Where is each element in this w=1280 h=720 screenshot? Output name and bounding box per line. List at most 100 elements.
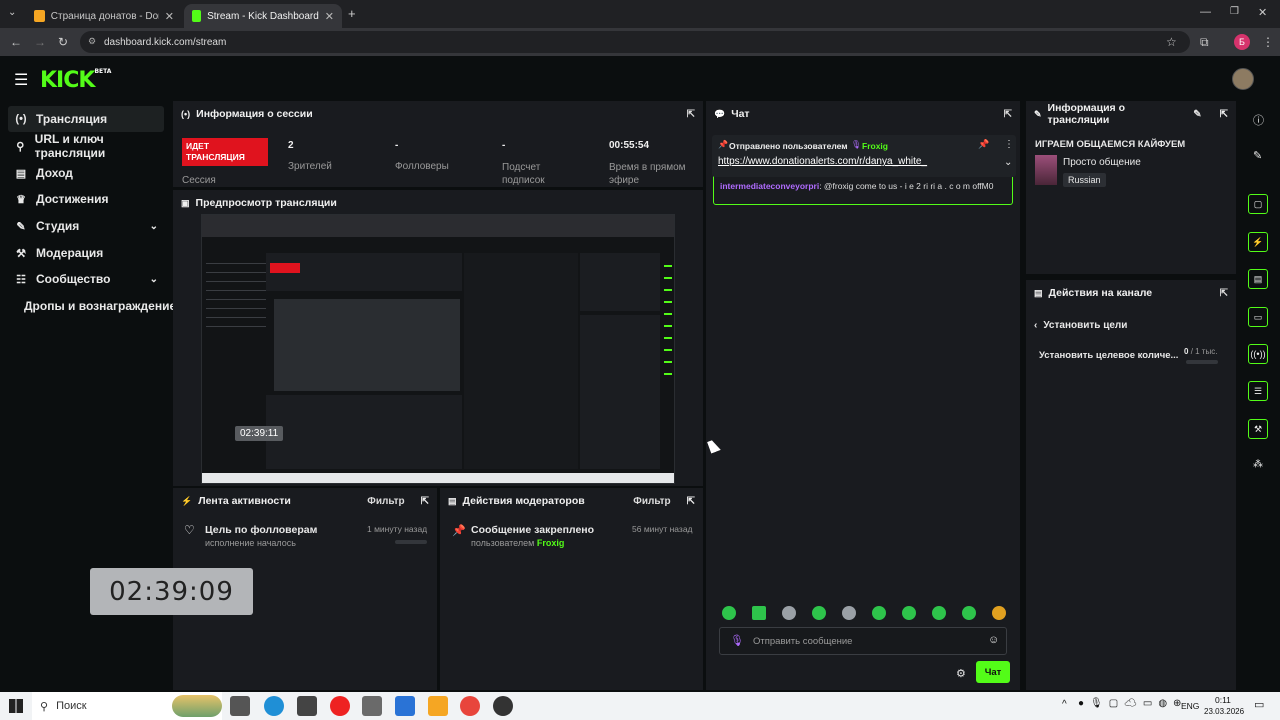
minimize-button[interactable]: — (1200, 6, 1211, 18)
emote-6[interactable] (872, 606, 886, 620)
edge-icon[interactable] (264, 696, 284, 716)
filter-button[interactable]: Фильтр (633, 496, 670, 507)
nested-sidebar (206, 255, 266, 335)
preview-video[interactable] (201, 214, 675, 484)
chevron-down-icon[interactable]: ⌄ (1004, 157, 1012, 168)
sidebar-item-url-key[interactable]: ⚲ URL и ключ трансляции (8, 132, 164, 160)
kick-header (0, 56, 1280, 100)
store-icon[interactable] (362, 696, 382, 716)
popout-icon[interactable]: ⇱ (687, 496, 695, 507)
user-avatar[interactable] (1232, 68, 1254, 90)
rail-button-notes[interactable]: ▤ (1248, 269, 1268, 289)
emote-1[interactable] (722, 606, 736, 620)
maximize-button[interactable]: ❐ (1230, 6, 1239, 17)
goal-label[interactable]: Установить целевое количе... (1039, 350, 1178, 361)
tab-donation[interactable]: Страница донатов - Donation ✕ (26, 4, 182, 28)
emote-2[interactable] (752, 606, 766, 620)
mod-item-sub-text: пользователем (471, 538, 535, 548)
rail-button-chat[interactable]: ▭ (1248, 307, 1268, 327)
tray-icons[interactable]: ●🎙▢☁▭◍⊕ (1078, 698, 1187, 709)
file-icon[interactable] (297, 696, 317, 716)
uptime-value: 00:55:54 (609, 140, 650, 151)
unpin-icon[interactable]: 📌 (978, 139, 989, 150)
emote-4[interactable] (812, 606, 826, 620)
sidebar-item-broadcast[interactable]: (•) Трансляция (8, 106, 164, 132)
sidebar-item-revenue[interactable]: ▤ Доход (8, 160, 164, 186)
heart-icon: ♡ (184, 523, 195, 537)
tab-list-button[interactable]: ⌄ (8, 7, 16, 18)
chat-username[interactable]: intermediateconveyorpri (720, 181, 819, 191)
back-button[interactable]: ‹ Установить цели (1034, 320, 1127, 331)
mod-item-user[interactable]: Froxig (537, 538, 565, 548)
pinned-message: 📌 Отправлено пользователем 🎙 Froxig 📌 ⋮ … (712, 135, 1016, 177)
rail-button-bolt[interactable]: ⚡ (1248, 232, 1268, 252)
notification-icon[interactable]: ▭ (1254, 698, 1264, 711)
sidebar-item-community[interactable]: ☷ Сообщество ⌄ (8, 266, 164, 292)
hamburger-menu-icon[interactable]: ☰ (14, 70, 28, 90)
info-icon[interactable]: ⓘ (1253, 112, 1264, 128)
rail-button-broadcast[interactable]: ((•)) (1248, 344, 1268, 364)
emote-8[interactable] (932, 606, 946, 620)
popout-icon[interactable]: ⇱ (421, 496, 429, 507)
close-tab-icon[interactable]: ✕ (325, 10, 334, 23)
browser-menu-icon[interactable]: ⋮ (1262, 35, 1274, 49)
filter-button[interactable]: Фильтр (367, 496, 404, 507)
site-info-icon[interactable]: ⚙ (88, 36, 96, 47)
forward-icon[interactable]: → (34, 35, 46, 49)
clock-time[interactable]: 0:11 (1215, 695, 1231, 705)
chat-send-button[interactable]: Чат (976, 661, 1010, 683)
chat-settings-icon[interactable]: ⚙ (956, 667, 966, 680)
emote-9[interactable] (962, 606, 976, 620)
extensions-icon[interactable]: ⧉ (1200, 35, 1209, 50)
task-view-icon[interactable] (230, 696, 250, 716)
clock-date[interactable]: 23.03.2026 (1204, 707, 1244, 716)
kick-logo[interactable]: KICKBETA (40, 68, 111, 93)
pencil-icon[interactable]: ✎ (1253, 149, 1262, 162)
windows-start-icon[interactable] (9, 699, 23, 713)
reload-icon[interactable]: ↻ (58, 35, 68, 49)
popout-icon[interactable]: ⇱ (1004, 109, 1012, 120)
rail-button-screenshot[interactable]: ▢ (1248, 194, 1268, 214)
rail-more-icon[interactable]: ⁂ (1253, 459, 1263, 470)
emoji-icon[interactable]: ☺ (988, 634, 999, 646)
chat-input[interactable]: 🎙 Отправить сообщение ☺ (719, 627, 1007, 655)
sidebar-item-drops[interactable]: Дропы и вознаграждение (18, 293, 178, 319)
edit-icon[interactable]: ✎ (1193, 109, 1201, 120)
pinned-user[interactable]: Froxig (862, 141, 888, 151)
sidebar-item-moderation[interactable]: ⚒ Модерация (8, 240, 164, 266)
popout-icon[interactable]: ⇱ (687, 109, 695, 120)
tray-chevron-icon[interactable]: ^ (1062, 699, 1067, 710)
tab-kick-dashboard[interactable]: Stream - Kick Dashboard ✕ (184, 4, 342, 28)
mail-icon[interactable] (395, 696, 415, 716)
bookmark-star-icon[interactable]: ☆ (1166, 35, 1177, 49)
rail-button-list[interactable]: ☰ (1248, 381, 1268, 401)
windows-taskbar: ⚲ Поиск ^ ●🎙▢☁▭◍⊕ ENG 0:11 23.03.2026 ▭ (0, 692, 1280, 720)
close-tab-icon[interactable]: ✕ (165, 10, 174, 23)
new-tab-button[interactable]: + (348, 6, 356, 21)
yandex-icon[interactable] (330, 696, 350, 716)
panel-title: Предпросмотр трансляции (195, 197, 337, 209)
profile-avatar[interactable]: Б (1234, 34, 1250, 50)
url-input[interactable]: ⚙ dashboard.kick.com/stream (80, 31, 1190, 53)
goal-counter: 0 / 1 тыс. (1184, 347, 1217, 356)
emote-5[interactable] (842, 606, 856, 620)
popout-icon[interactable]: ⇱ (1220, 109, 1228, 120)
rail-button-tools[interactable]: ⚒ (1248, 419, 1268, 439)
pin-icon: 📌 (718, 140, 728, 149)
back-icon[interactable]: ← (10, 35, 22, 49)
emote-7[interactable] (902, 606, 916, 620)
pinned-link[interactable]: https://www.donationalerts.com/r/danya_w… (718, 156, 927, 167)
popout-icon[interactable]: ⇱ (1220, 288, 1228, 299)
obs-icon[interactable] (493, 696, 513, 716)
sidebar-item-achievements[interactable]: ♛ Достижения (8, 186, 164, 212)
language-indicator[interactable]: ENG (1181, 701, 1199, 711)
chrome-icon[interactable] (460, 696, 480, 716)
sidebar-item-studio[interactable]: ✎ Студия ⌄ (8, 213, 164, 239)
window-close-button[interactable]: ✕ (1258, 6, 1267, 19)
emote-10[interactable] (992, 606, 1006, 620)
donationalerts-taskbar-icon[interactable] (428, 696, 448, 716)
category-name[interactable]: Просто общение (1063, 157, 1141, 168)
mic-icon[interactable]: 🎙 (730, 634, 744, 647)
emote-3[interactable] (782, 606, 796, 620)
pinned-menu-icon[interactable]: ⋮ (1004, 139, 1014, 150)
